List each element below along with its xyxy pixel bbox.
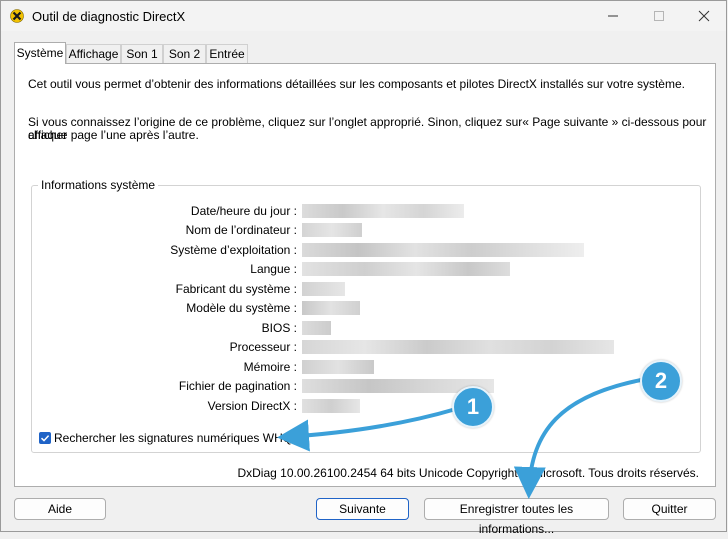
label-directx-version: Version DirectX : [207,399,297,413]
label-language: Langue : [250,262,297,276]
close-icon [698,10,710,22]
redacted-processor [302,340,614,354]
redacted-model [302,301,360,315]
tab-systeme[interactable]: Système [14,42,66,64]
label-page-file: Fichier de pagination : [178,379,297,393]
label-system-manufacturer: Fabricant du système : [175,282,297,296]
redacted-manufacturer [302,282,345,296]
callout-1-badge: 1 [452,386,494,428]
tab-entree[interactable]: Entrée [206,44,248,63]
tab-son-1[interactable]: Son 1 [121,44,163,63]
redacted-language [302,262,510,276]
system-tab-panel: Cet outil vous permet d’obtenir des info… [14,63,716,487]
maximize-button[interactable] [636,1,682,31]
dxdiag-version-info: DxDiag 10.00.26100.2454 64 bits Unicode … [237,466,699,480]
label-computer-name: Nom de l’ordinateur : [185,223,297,237]
save-all-info-button[interactable]: Enregistrer toutes les informations... [424,498,609,536]
minimize-button[interactable] [590,1,636,31]
label-processor: Processeur : [229,340,297,354]
maximize-icon [654,11,664,21]
redacted-operating-system [302,243,584,257]
intro-text-1: Cet outil vous permet d’obtenir des info… [28,77,685,91]
tab-son-2[interactable]: Son 2 [163,44,206,63]
whql-checkbox-label[interactable]: Rechercher les signatures numériques WHQ… [54,431,299,445]
label-bios: BIOS : [261,321,297,335]
close-button[interactable] [681,1,727,31]
help-button[interactable]: Aide [14,498,106,520]
system-info-title: Informations système [38,178,159,192]
minimize-icon [608,15,618,17]
quit-button[interactable]: Quitter [623,498,716,520]
checkmark-icon [40,435,50,442]
title-bar: Outil de diagnostic DirectX [1,1,726,31]
redacted-date-time [302,204,464,218]
label-operating-system: Système d’exploitation : [170,243,297,257]
redacted-memory [302,360,374,374]
whql-checkbox[interactable] [39,432,51,444]
intro-text-3: chaque page l’une après l’autre. [28,128,199,142]
redacted-bios [302,321,331,335]
label-system-model: Modèle du système : [186,301,297,315]
window-title: Outil de diagnostic DirectX [32,9,186,24]
directx-app-icon [10,9,24,23]
next-page-button[interactable]: Suivante [316,498,409,520]
redacted-computer-name [302,223,362,237]
redacted-directx-version [302,399,360,413]
callout-2-badge: 2 [640,360,682,402]
dxdiag-window: Outil de diagnostic DirectX Système Affi… [0,0,727,536]
system-info-group: Informations système Date/heure du jour … [31,178,701,453]
tab-affichage[interactable]: Affichage [66,44,121,63]
label-date-time: Date/heure du jour : [190,204,297,218]
label-memory: Mémoire : [243,360,297,374]
